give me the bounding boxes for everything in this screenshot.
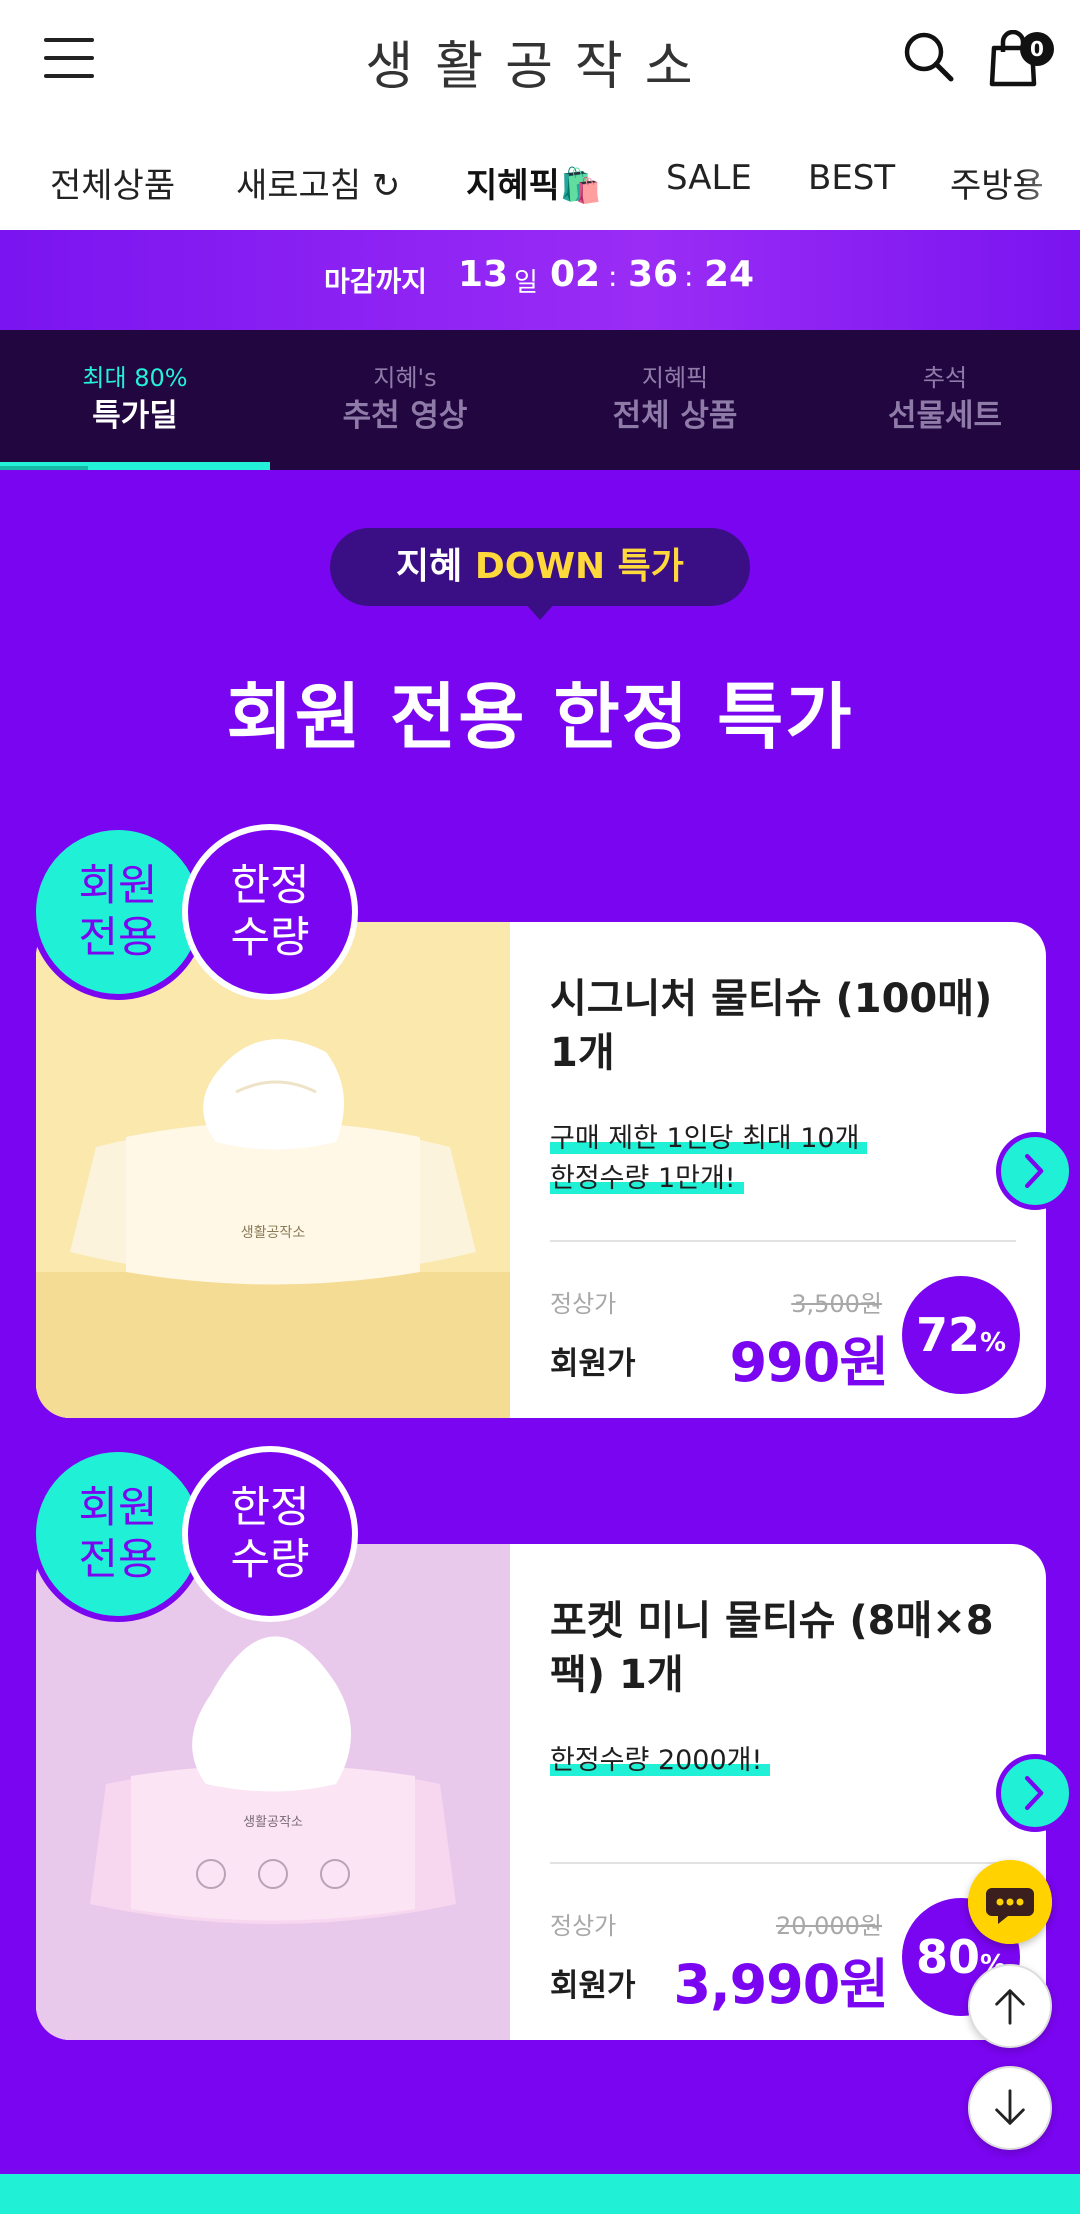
- deal-tabs: 최대 80% 특가딜 지혜's 추천 영상 지혜픽 전체 상품 추석 선물세트: [0, 330, 1080, 470]
- tab-recommended-video[interactable]: 지혜's 추천 영상: [270, 330, 540, 470]
- countdown-day-unit: 일: [514, 268, 538, 298]
- tab-sub-label: 지혜's: [373, 364, 437, 392]
- product-title[interactable]: 시그니처 물티슈 (100매) 1개: [550, 972, 1030, 1080]
- nav-item-all[interactable]: 전체상품: [50, 158, 175, 207]
- header: 생활공작소 0: [0, 0, 1080, 120]
- member-price: 990원: [729, 1331, 889, 1394]
- member-only-badge: 회원 전용: [30, 1446, 206, 1622]
- countdown-days: 13: [458, 254, 509, 295]
- tab-label: 전체 상품: [612, 398, 738, 434]
- down-deal-pill: 지혜 DOWN 특가: [330, 528, 750, 606]
- bottom-bar: [0, 2174, 1080, 2214]
- countdown-label: 마감까지: [324, 265, 428, 298]
- regular-price-label: 정상가: [550, 1912, 617, 1940]
- regular-price: 3,500원: [791, 1290, 882, 1318]
- countdown-minutes: 36: [628, 254, 679, 295]
- search-icon[interactable]: [902, 30, 954, 82]
- product-card[interactable]: 생활공작소 시그니처 물티슈 (100매) 1개 구매 제한 1인당 최대 10…: [36, 922, 1046, 1418]
- countdown-seconds: 24: [704, 254, 755, 295]
- member-price: 3,990원: [673, 1953, 889, 2016]
- nav-item-best[interactable]: BEST: [808, 158, 895, 198]
- chevron-right-icon[interactable]: [996, 1132, 1074, 1210]
- pill-tail: [524, 602, 556, 620]
- member-price-label: 회원가: [550, 1346, 636, 1382]
- package-text: 생활공작소: [243, 1815, 303, 1830]
- regular-price-label: 정상가: [550, 1290, 617, 1318]
- discount-badge: 72%: [902, 1276, 1020, 1394]
- package-text: 생활공작소: [241, 1225, 306, 1241]
- limited-quantity-badge: 한정 수량: [182, 824, 358, 1000]
- tab-sub-label: 지혜픽: [641, 364, 709, 392]
- product-title[interactable]: 포켓 미니 물티슈 (8매×8팩) 1개: [550, 1594, 1030, 1702]
- arrow-down-icon[interactable]: [968, 2066, 1052, 2150]
- tab-gift-set[interactable]: 추석 선물세트: [810, 330, 1080, 470]
- divider: [550, 1240, 1016, 1242]
- pill-prefix: 지혜: [396, 546, 475, 587]
- tab-label: 추천 영상: [342, 398, 468, 434]
- chat-icon[interactable]: [968, 1860, 1052, 1944]
- chevron-right-icon[interactable]: [996, 1754, 1074, 1832]
- nav-fade: [1020, 120, 1080, 230]
- divider: [550, 1862, 1016, 1864]
- nav-item-refresh[interactable]: 새로고침 ↻: [236, 158, 400, 207]
- tab-all-products[interactable]: 지혜픽 전체 상품: [540, 330, 810, 470]
- countdown-hours: 02: [550, 254, 601, 295]
- countdown-colon: :: [608, 260, 618, 293]
- tab-sub-label: 최대 80%: [82, 364, 188, 392]
- tab-label: 특가딜: [92, 398, 178, 434]
- countdown-bar: 마감까지 13 일 02 : 36 : 24: [0, 230, 1080, 330]
- product-note: 한정수량 1만개!: [550, 1156, 744, 1195]
- member-price-label: 회원가: [550, 1968, 636, 2004]
- limited-quantity-badge: 한정 수량: [182, 1446, 358, 1622]
- tab-progress-indicator: [0, 466, 88, 470]
- arrow-up-icon[interactable]: [968, 1964, 1052, 2048]
- cart-count-badge: 0: [1020, 32, 1054, 66]
- nav-item-jihye-pick[interactable]: 지혜픽🛍️: [466, 158, 602, 207]
- category-nav: 전체상품 새로고침 ↻ 지혜픽🛍️ SALE BEST 주방용: [0, 120, 1080, 230]
- tab-sub-label: 추석: [922, 364, 968, 392]
- product-card[interactable]: 생활공작소 포켓 미니 물티슈 (8매×8팩) 1개 한정수량 2000개! 정…: [36, 1544, 1046, 2040]
- tab-special-deal[interactable]: 최대 80% 특가딜: [0, 330, 270, 470]
- member-only-badge: 회원 전용: [30, 824, 206, 1000]
- pill-accent: DOWN 특가: [474, 546, 684, 587]
- tab-label: 선물세트: [887, 398, 1003, 434]
- section-title: 회원 전용 한정 특가: [226, 675, 854, 759]
- product-note: 한정수량 2000개!: [550, 1738, 771, 1777]
- product-note: 구매 제한 1인당 최대 10개: [550, 1116, 868, 1155]
- regular-price: 20,000원: [775, 1912, 882, 1940]
- nav-item-sale[interactable]: SALE: [666, 158, 752, 198]
- countdown-colon: :: [684, 260, 694, 293]
